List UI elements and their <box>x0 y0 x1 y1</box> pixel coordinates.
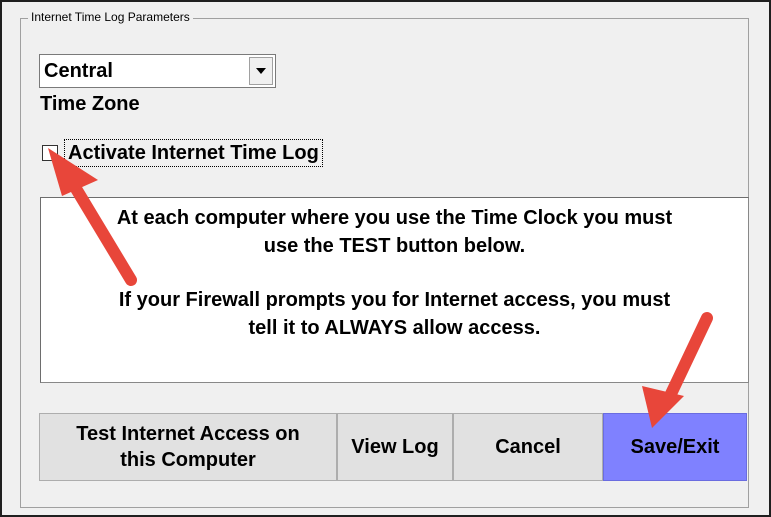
timezone-select[interactable]: Central <box>39 54 276 88</box>
info-line: use the TEST button below. <box>263 235 526 257</box>
cancel-button[interactable]: Cancel <box>453 413 603 481</box>
save-exit-button[interactable]: Save/Exit <box>603 413 747 481</box>
groupbox-title: Internet Time Log Parameters <box>28 9 193 25</box>
test-button-line1: Test Internet Access on <box>76 423 300 445</box>
timezone-label: Time Zone <box>40 93 140 115</box>
info-text: At each computer where you use the Time … <box>41 204 748 342</box>
test-internet-access-button[interactable]: Test Internet Access on this Computer <box>39 413 337 481</box>
info-line: If your Firewall prompts you for Interne… <box>118 289 671 311</box>
info-line: At each computer where you use the Time … <box>116 207 673 229</box>
test-button-line2: this Computer <box>120 449 256 471</box>
info-textbox: At each computer where you use the Time … <box>40 197 749 383</box>
timezone-selected-value: Central <box>44 60 113 82</box>
activate-checkbox[interactable] <box>42 145 58 161</box>
info-line: tell it to ALWAYS allow access. <box>248 317 541 339</box>
view-log-button[interactable]: View Log <box>337 413 453 481</box>
timezone-dropdown-button[interactable] <box>249 57 273 85</box>
chevron-down-icon <box>256 68 266 74</box>
activate-checkbox-label[interactable]: Activate Internet Time Log <box>64 139 323 167</box>
